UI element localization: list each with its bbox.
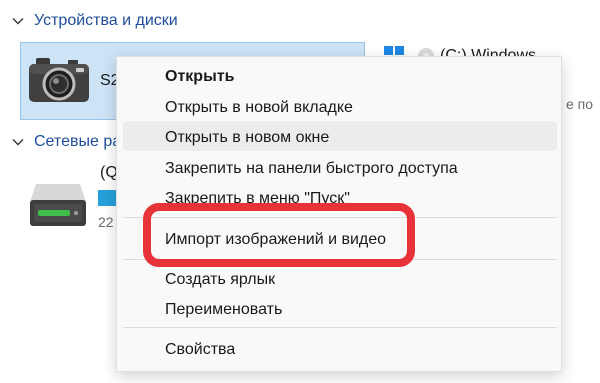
network-section-title: Сетевые ра xyxy=(34,133,122,150)
network-drive-size: 22 xyxy=(98,214,114,230)
menu-item-rename[interactable]: Переименовать xyxy=(165,301,282,319)
menu-item-open-new-tab[interactable]: Открыть в новой вкладке xyxy=(165,99,353,117)
highlight-annotation xyxy=(143,203,415,267)
chevron-down-icon xyxy=(12,139,24,146)
menu-item-open[interactable]: Открыть xyxy=(165,68,234,86)
menu-item-open-new-window[interactable]: Открыть в новом окне xyxy=(165,129,329,147)
free-space-text: е по xyxy=(566,96,594,112)
network-drive-icon xyxy=(30,184,86,226)
devices-section-title: Устройства и диски xyxy=(34,12,178,29)
menu-separator xyxy=(123,327,557,328)
menu-item-pin-quick-access[interactable]: Закрепить на панели быстрого доступа xyxy=(165,160,458,178)
drive-usage-bar xyxy=(98,190,116,206)
chevron-down-icon xyxy=(12,18,24,25)
file-explorer-this-pc: Устройства и диски S2 (C:) Windows е по … xyxy=(0,0,600,383)
network-section-header[interactable]: Сетевые ра xyxy=(10,133,121,151)
devices-section-header[interactable]: Устройства и диски xyxy=(10,12,178,30)
menu-item-create-shortcut[interactable]: Создать ярлык xyxy=(165,271,275,289)
menu-item-properties[interactable]: Свойства xyxy=(165,341,235,359)
camera-icon xyxy=(29,58,89,102)
